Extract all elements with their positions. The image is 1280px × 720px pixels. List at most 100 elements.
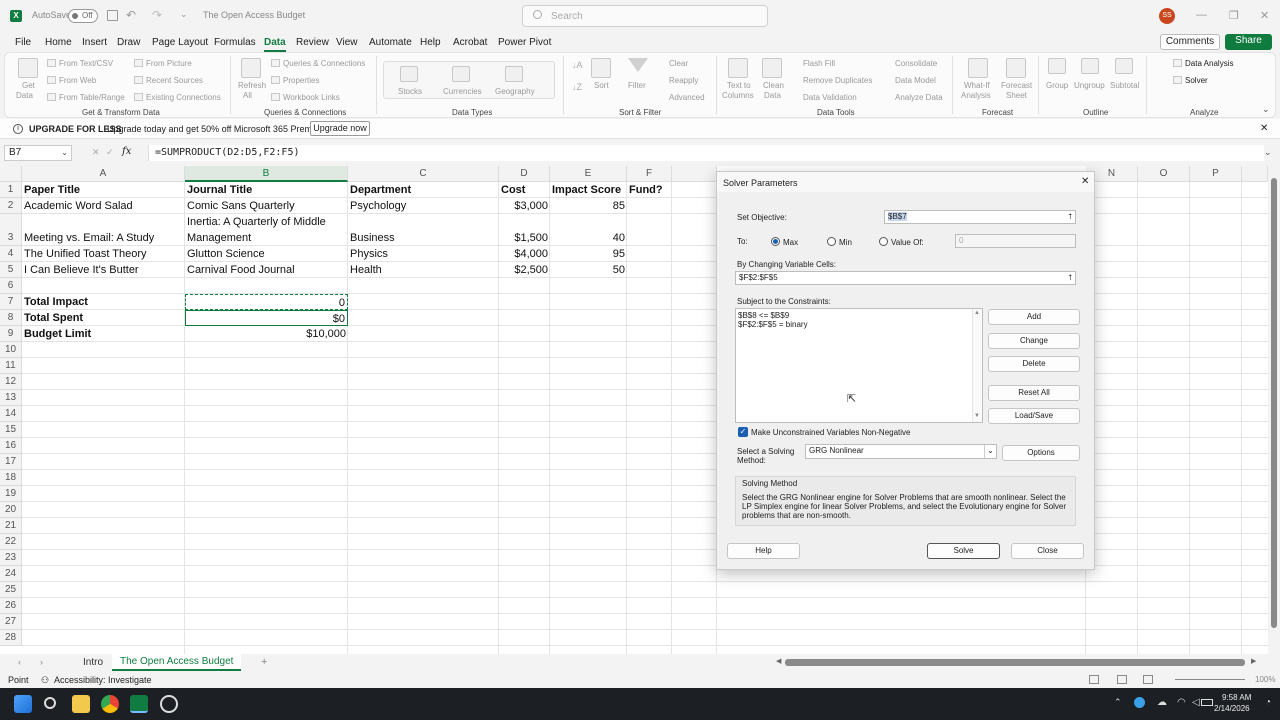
changing-cells-input[interactable]: $F$2:$F$5 ⭡ — [735, 271, 1076, 285]
cell-b3-line2[interactable]: Management — [185, 230, 253, 246]
get-data-label-1[interactable]: Get — [22, 81, 35, 90]
document-title[interactable]: The Open Access Budget — [203, 10, 305, 20]
from-web[interactable]: From Web — [59, 76, 96, 85]
filter-icon[interactable] — [628, 58, 648, 72]
upgrade-now-button[interactable]: Upgrade now — [310, 121, 370, 136]
collapse-ribbon-icon[interactable]: ⌄ — [1262, 104, 1270, 115]
sort-icon[interactable] — [591, 58, 611, 78]
scroll-up-icon[interactable]: ▲ — [974, 310, 980, 316]
header-journal-title[interactable]: Journal Title — [185, 182, 254, 198]
workbook-links[interactable]: Workbook Links — [283, 93, 340, 102]
change-button[interactable]: Change — [988, 333, 1080, 349]
row-header[interactable]: 25 — [0, 582, 22, 598]
column-header-d[interactable]: D — [499, 166, 550, 182]
row-header[interactable]: 3 — [0, 214, 22, 246]
menu-help[interactable]: Help — [420, 37, 441, 48]
forecast-sheet-1[interactable]: Forecast — [1001, 81, 1032, 90]
comments-button[interactable]: Comments — [1160, 34, 1220, 50]
row-header[interactable]: 6 — [0, 278, 22, 294]
refresh-all-icon[interactable] — [241, 58, 261, 78]
taskbar-search-icon[interactable] — [44, 697, 56, 709]
cell-e2[interactable]: 85 — [550, 198, 627, 214]
page-layout-view-icon[interactable] — [1117, 675, 1127, 684]
existing-connections[interactable]: Existing Connections — [146, 93, 221, 102]
reset-all-button[interactable]: Reset All — [988, 385, 1080, 401]
max-radio[interactable] — [771, 237, 780, 246]
page-break-view-icon[interactable] — [1143, 675, 1153, 684]
sort-az-icon[interactable]: ↓A — [572, 60, 583, 70]
tray-app-icon[interactable] — [1134, 697, 1145, 708]
zoom-level[interactable]: 100% — [1255, 675, 1275, 684]
min-label[interactable]: Min — [839, 238, 852, 247]
zoom-slider[interactable] — [1175, 679, 1245, 680]
dialog-close-icon[interactable]: ✕ — [1081, 176, 1089, 187]
row-header[interactable]: 8 — [0, 310, 22, 326]
scroll-down-icon[interactable]: ▼ — [974, 413, 980, 419]
select-all-corner[interactable] — [0, 166, 22, 182]
menu-view[interactable]: View — [336, 37, 358, 48]
min-radio[interactable] — [827, 237, 836, 246]
nonneg-checkbox[interactable]: ✓ — [738, 427, 748, 437]
consolidate[interactable]: Consolidate — [895, 59, 937, 68]
row-header[interactable]: 7 — [0, 294, 22, 310]
cell-d2[interactable]: $3,000 — [499, 198, 550, 214]
redo-icon[interactable]: ↷ — [152, 8, 162, 22]
scroll-left-icon[interactable]: ◀ — [776, 657, 781, 665]
subtotal-icon[interactable] — [1115, 58, 1133, 74]
enter-formula-icon[interactable]: ✓ — [106, 147, 114, 158]
delete-button[interactable]: Delete — [988, 356, 1080, 372]
row-header[interactable]: 18 — [0, 470, 22, 486]
taskbar-time[interactable]: 9:58 AM — [1222, 693, 1251, 702]
cell-a8-total-spent-label[interactable]: Total Spent — [22, 310, 85, 326]
outline-ungroup[interactable]: Ungroup — [1074, 81, 1105, 90]
minimize-icon[interactable]: — — [1196, 9, 1207, 21]
column-header-p[interactable]: P — [1190, 166, 1242, 182]
clean-data-2[interactable]: Data — [764, 91, 781, 100]
row-header[interactable]: 9 — [0, 326, 22, 342]
save-icon[interactable] — [107, 10, 118, 21]
maximize-icon[interactable]: ❐ — [1229, 9, 1239, 22]
menu-acrobat[interactable]: Acrobat — [453, 37, 487, 48]
menu-data[interactable]: Data — [264, 37, 286, 52]
value-of-radio[interactable] — [879, 237, 888, 246]
from-table-range[interactable]: From Table/Range — [59, 93, 125, 102]
value-of-input[interactable]: 0 — [955, 234, 1076, 248]
cell-b2[interactable]: Comic Sans Quarterly — [185, 198, 297, 214]
search-box[interactable]: Search — [522, 5, 768, 27]
accessibility-status[interactable]: Accessibility: Investigate — [54, 675, 152, 685]
recent-sources[interactable]: Recent Sources — [146, 76, 203, 85]
header-department[interactable]: Department — [348, 182, 413, 198]
sheet-tab-open-access-budget[interactable]: The Open Access Budget — [112, 654, 242, 671]
row-header[interactable]: 14 — [0, 406, 22, 422]
row-header[interactable]: 10 — [0, 342, 22, 358]
row-header[interactable]: 17 — [0, 454, 22, 470]
add-sheet-icon[interactable]: + — [261, 656, 267, 668]
column-header-f[interactable]: F — [627, 166, 672, 182]
data-validation[interactable]: Data Validation — [803, 93, 857, 102]
data-analysis[interactable]: Data Analysis — [1185, 59, 1233, 68]
prev-sheet-icon[interactable]: ‹ — [18, 657, 21, 667]
cancel-formula-icon[interactable]: ✕ — [92, 147, 100, 158]
tray-chevron-icon[interactable]: ⌃ — [1114, 697, 1122, 708]
collapse-objective-icon[interactable]: ⭡ — [1068, 211, 1072, 223]
geography-icon[interactable] — [505, 66, 523, 82]
cell-a7-total-impact-label[interactable]: Total Impact — [22, 294, 90, 310]
row-header[interactable]: 12 — [0, 374, 22, 390]
forecast-sheet-icon[interactable] — [1006, 58, 1026, 78]
avatar[interactable]: SS — [1159, 8, 1175, 24]
load-save-button[interactable]: Load/Save — [988, 408, 1080, 424]
menu-review[interactable]: Review — [296, 37, 329, 48]
row-header[interactable]: 5 — [0, 262, 22, 278]
filter[interactable]: Filter — [628, 81, 646, 90]
autosave-toggle[interactable]: Off — [68, 9, 98, 23]
filter-clear[interactable]: Clear — [669, 59, 688, 68]
horizontal-scrollbar[interactable] — [785, 659, 1245, 666]
volume-icon[interactable]: ◁ — [1192, 697, 1200, 708]
set-objective-input[interactable]: $B$7 ⭡ — [884, 210, 1076, 224]
value-of-label[interactable]: Value Of: — [891, 238, 924, 247]
column-header-a[interactable]: A — [22, 166, 185, 182]
menu-page-layout[interactable]: Page Layout — [152, 37, 208, 48]
text-to-columns-1[interactable]: Text to — [727, 81, 751, 90]
cell-d5[interactable]: $2,500 — [499, 262, 550, 278]
cell-b3-line1[interactable]: Inertia: A Quarterly of Middle — [185, 214, 328, 230]
